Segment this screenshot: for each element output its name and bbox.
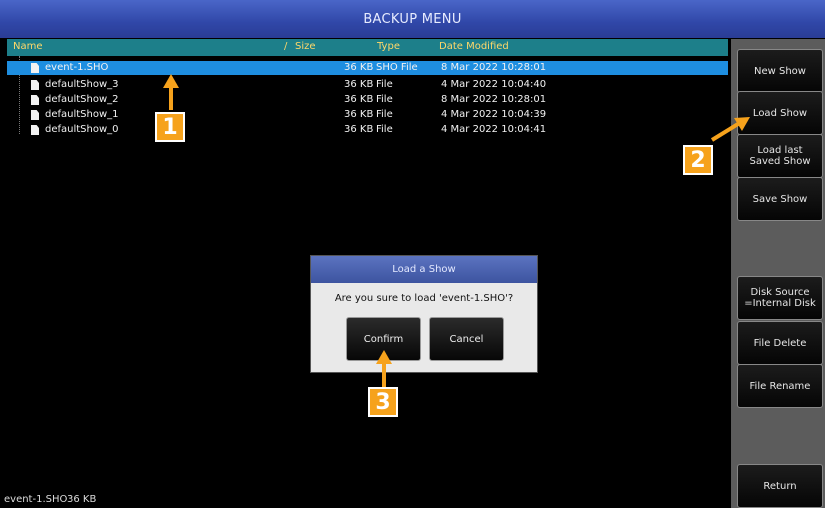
file-name: defaultShow_2 <box>45 94 119 105</box>
file-size: 36 KB <box>344 124 374 135</box>
new-show-button[interactable]: New Show <box>737 49 823 93</box>
confirm-button[interactable]: Confirm <box>346 317 421 361</box>
dialog-title-text: Load a Show <box>392 264 456 275</box>
file-icon <box>31 95 39 105</box>
file-delete-button[interactable]: File Delete <box>737 321 823 365</box>
file-name: defaultShow_0 <box>45 124 119 135</box>
file-date: 4 Mar 2022 10:04:41 <box>441 124 547 135</box>
file-row-defaultshow-2[interactable]: defaultShow_2 36 KB File 8 Mar 2022 10:2… <box>7 93 728 107</box>
file-date: 8 Mar 2022 10:28:01 <box>441 94 547 105</box>
return-button[interactable]: Return <box>737 464 823 508</box>
file-type: File <box>376 124 393 135</box>
dialog-message: Are you sure to load 'event-1.SHO'? <box>334 293 514 304</box>
load-show-button[interactable]: Load Show <box>737 91 823 135</box>
step-badge-1: 1 <box>155 112 185 142</box>
load-last-saved-show-button[interactable]: Load last Saved Show <box>737 134 823 178</box>
dialog-title: Load a Show <box>311 256 537 283</box>
window-title: BACKUP MENU <box>363 11 462 27</box>
file-name: defaultShow_1 <box>45 109 119 120</box>
cancel-button[interactable]: Cancel <box>429 317 504 361</box>
file-icon <box>31 63 39 73</box>
sort-indicator: / <box>284 41 288 52</box>
file-size: 36 KB <box>344 109 374 120</box>
file-rename-button[interactable]: File Rename <box>737 364 823 408</box>
file-row-defaultshow-1[interactable]: defaultShow_1 36 KB File 4 Mar 2022 10:0… <box>7 108 728 122</box>
file-type: File <box>376 79 393 90</box>
file-date: 4 Mar 2022 10:04:39 <box>441 109 547 120</box>
save-show-button[interactable]: Save Show <box>737 177 823 221</box>
file-row-defaultshow-3[interactable]: defaultShow_3 36 KB File 4 Mar 2022 10:0… <box>7 78 728 92</box>
file-row-defaultshow-0[interactable]: defaultShow_0 36 KB File 4 Mar 2022 10:0… <box>7 123 728 137</box>
file-date: 8 Mar 2022 10:28:01 <box>441 62 547 73</box>
file-type: File <box>376 109 393 120</box>
file-type: File <box>376 94 393 105</box>
file-name: defaultShow_3 <box>45 79 119 90</box>
column-type[interactable]: Type <box>377 41 400 52</box>
file-size: 36 KB <box>344 94 374 105</box>
file-list-header: Name / Size Type Date Modified <box>7 39 728 56</box>
status-file-name: event-1.SHO <box>4 494 68 505</box>
file-row-event-1[interactable]: event-1.SHO 36 KB SHO File 8 Mar 2022 10… <box>7 61 728 75</box>
column-name[interactable]: Name <box>13 41 43 52</box>
file-type: SHO File <box>376 62 418 73</box>
disk-source-button[interactable]: Disk Source =Internal Disk <box>737 276 823 320</box>
file-icon <box>31 80 39 90</box>
title-bar: BACKUP MENU <box>0 0 825 38</box>
file-icon <box>31 125 39 135</box>
file-date: 4 Mar 2022 10:04:40 <box>441 79 547 90</box>
file-size: 36 KB <box>344 79 374 90</box>
status-file-size: 36 KB <box>67 494 97 505</box>
step-badge-2: 2 <box>683 145 713 175</box>
file-size: 36 KB <box>344 62 374 73</box>
column-size[interactable]: Size <box>295 41 316 52</box>
file-name: event-1.SHO <box>45 62 109 73</box>
status-bar: event-1.SHO 36 KB <box>0 486 731 508</box>
step-badge-3: 3 <box>368 387 398 417</box>
sidebar: New Show Load Show Load last Saved Show … <box>731 39 825 508</box>
file-icon <box>31 110 39 120</box>
load-show-dialog: Load a Show Are you sure to load 'event-… <box>310 255 538 373</box>
column-date[interactable]: Date Modified <box>439 41 509 52</box>
